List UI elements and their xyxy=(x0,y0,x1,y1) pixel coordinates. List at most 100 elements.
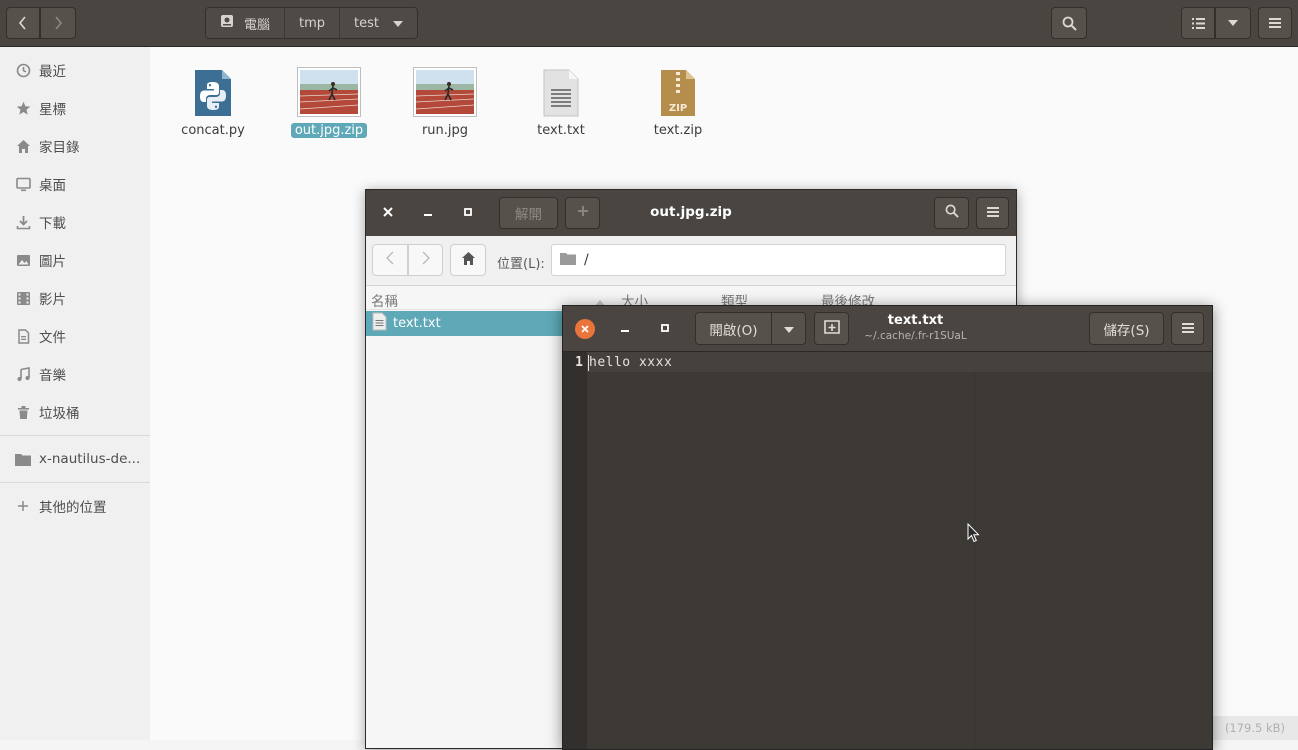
forward-button[interactable] xyxy=(408,244,443,276)
file-item[interactable]: out.jpg.zip xyxy=(279,67,379,138)
extract-button[interactable]: 解開 xyxy=(499,197,558,229)
location-field[interactable]: / xyxy=(551,244,1006,276)
file-name: run.jpg xyxy=(421,123,469,138)
sidebar-item-label: 家目錄 xyxy=(39,140,80,156)
breadcrumb-label: tmp xyxy=(299,15,326,31)
close-window-button[interactable] xyxy=(377,202,399,224)
clock-icon xyxy=(14,61,32,79)
search-button[interactable] xyxy=(934,197,969,229)
sidebar-separator xyxy=(0,482,150,483)
breadcrumb-computer[interactable]: 電腦 xyxy=(206,8,286,38)
breadcrumb-tmp[interactable]: tmp xyxy=(285,8,341,38)
file-name: text.zip xyxy=(653,123,703,138)
breadcrumb-test[interactable]: test xyxy=(340,8,417,38)
file-item[interactable]: run.jpg xyxy=(395,67,495,138)
close-icon xyxy=(581,322,589,337)
image-thumbnail xyxy=(413,67,477,117)
line-number: 1 xyxy=(575,355,583,370)
back-button[interactable] xyxy=(372,244,408,276)
location-bar: 位置(L): / xyxy=(366,236,1016,286)
sidebar-item-pictures[interactable]: 圖片 xyxy=(0,241,150,279)
search-icon xyxy=(945,204,959,222)
current-line-highlight xyxy=(587,352,1212,372)
file-item[interactable]: text.txt xyxy=(511,67,611,138)
file-name: out.jpg.zip xyxy=(290,123,368,138)
file-item[interactable]: ZIP text.zip xyxy=(628,67,728,138)
minimize-icon xyxy=(423,206,433,221)
sidebar-item-documents[interactable]: 文件 xyxy=(0,317,150,355)
close-icon xyxy=(383,206,393,221)
breadcrumb-label: test xyxy=(354,15,379,31)
image-thumbnail xyxy=(297,67,361,117)
sidebar: 最近 星標 家目錄 桌面 下載 圖片 影片 文件 音樂 垃圾桶 x-nautil… xyxy=(0,47,150,740)
picture-icon xyxy=(14,251,32,269)
sidebar-item-recent[interactable]: 最近 xyxy=(0,51,150,89)
text-editor-window: 開啟(O) text.txt ~/.cache/.fr-r1SUaL 儲存(S)… xyxy=(562,305,1213,750)
caret-down-icon xyxy=(393,16,403,31)
window-title: text.txt xyxy=(887,313,944,328)
list-view-button[interactable] xyxy=(1181,7,1215,39)
archive-header-bar: 解開 out.jpg.zip xyxy=(366,190,1016,236)
open-recent-dropdown[interactable] xyxy=(771,312,806,345)
sidebar-item-starred[interactable]: 星標 xyxy=(0,89,150,127)
maximize-window-button[interactable] xyxy=(457,202,479,224)
home-icon xyxy=(14,137,32,155)
sidebar-item-label: x-nautilus-de... xyxy=(39,451,141,467)
sidebar-item-label: 其他的位置 xyxy=(39,500,107,516)
add-files-button[interactable] xyxy=(565,197,600,229)
window-subtitle: ~/.cache/.fr-r1SUaL xyxy=(864,330,967,342)
sidebar-item-home[interactable]: 家目錄 xyxy=(0,127,150,165)
list-icon xyxy=(1191,17,1205,29)
minimize-window-button[interactable] xyxy=(614,318,636,340)
chevron-left-icon xyxy=(386,251,394,269)
folder-icon xyxy=(14,450,32,468)
harddisk-icon xyxy=(220,14,234,32)
text-content: hello xxxx xyxy=(589,355,673,370)
sidebar-item-other-locations[interactable]: 其他的位置 xyxy=(0,487,150,525)
svg-text:ZIP: ZIP xyxy=(669,103,687,114)
home-button[interactable] xyxy=(450,244,486,276)
hamburger-icon xyxy=(1269,18,1281,28)
text-editor-area[interactable]: 1 hello xxxx xyxy=(563,352,1212,749)
maximize-window-button[interactable] xyxy=(654,318,676,340)
sidebar-item-videos[interactable]: 影片 xyxy=(0,279,150,317)
table-row[interactable]: text.txt xyxy=(366,311,566,336)
hamburger-icon xyxy=(986,205,999,221)
file-name: concat.py xyxy=(181,123,245,138)
sidebar-item-music[interactable]: 音樂 xyxy=(0,355,150,393)
sidebar-item-label: 桌面 xyxy=(39,178,66,194)
sidebar-item-label: 文件 xyxy=(39,330,66,346)
sidebar-item-label: 最近 xyxy=(39,64,66,80)
new-tab-button[interactable] xyxy=(814,312,849,345)
search-button[interactable] xyxy=(1051,7,1087,39)
file-item[interactable]: concat.py xyxy=(163,67,263,138)
home-icon xyxy=(461,251,476,270)
status-size: (179.5 kB) xyxy=(1212,716,1298,740)
mouse-pointer-icon xyxy=(967,522,981,547)
sidebar-separator xyxy=(0,435,150,436)
minimize-window-button[interactable] xyxy=(417,202,439,224)
sidebar-item-mount[interactable]: x-nautilus-de... xyxy=(0,440,150,478)
sidebar-item-downloads[interactable]: 下載 xyxy=(0,203,150,241)
close-window-button[interactable] xyxy=(575,319,595,339)
view-options-button[interactable] xyxy=(1215,7,1251,39)
back-button[interactable] xyxy=(6,7,40,39)
trash-icon xyxy=(14,403,32,421)
hamburger-menu-button[interactable] xyxy=(1171,312,1204,345)
chevron-left-icon xyxy=(18,16,28,30)
column-header-name[interactable]: 名稱 xyxy=(371,290,398,310)
forward-button[interactable] xyxy=(40,7,76,39)
open-button[interactable]: 開啟(O) xyxy=(695,312,772,345)
video-icon xyxy=(14,289,32,307)
breadcrumb-label: 電腦 xyxy=(244,17,271,33)
hamburger-menu-button[interactable] xyxy=(976,197,1009,229)
hamburger-menu-button[interactable] xyxy=(1258,7,1292,39)
maximize-icon xyxy=(463,206,473,221)
sidebar-item-desktop[interactable]: 桌面 xyxy=(0,165,150,203)
files-header-bar: 電腦 tmp test xyxy=(0,0,1298,47)
search-icon xyxy=(1062,16,1077,31)
caret-down-icon xyxy=(1228,20,1238,26)
python-file-icon xyxy=(193,69,233,117)
sidebar-item-trash[interactable]: 垃圾桶 xyxy=(0,393,150,431)
save-button[interactable]: 儲存(S) xyxy=(1089,312,1164,345)
